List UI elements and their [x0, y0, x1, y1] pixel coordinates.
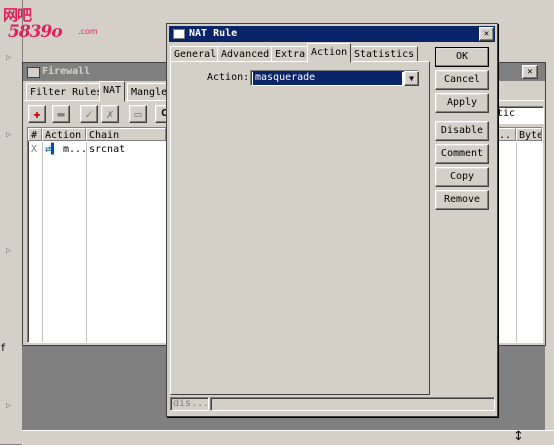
- watermark-logo-number: 5839o: [8, 22, 63, 42]
- row-chain: srcnat: [89, 144, 126, 155]
- mouse-cursor-icon: ↕: [513, 429, 524, 444]
- action-select[interactable]: masquerade ▼: [250, 70, 419, 86]
- column-header-action[interactable]: Action: [42, 128, 86, 141]
- column-divider: [516, 142, 517, 342]
- disabled-marker-icon: X: [31, 144, 38, 155]
- masquerade-icon: ⇄▌: [45, 144, 58, 155]
- tab-nat[interactable]: NAT: [99, 81, 126, 102]
- partial-side-text: f: [0, 343, 7, 354]
- row-action: m...: [63, 144, 88, 155]
- comment-icon[interactable]: ▭: [129, 105, 147, 123]
- column-header-num[interactable]: #: [28, 128, 42, 141]
- column-header-chain[interactable]: Chain: [86, 128, 166, 141]
- disable-button[interactable]: Disable: [435, 121, 489, 141]
- dialog-status-bar: dis...: [170, 397, 495, 411]
- window-icon: [173, 29, 185, 39]
- dialog-title: NAT Rule: [189, 28, 238, 39]
- column-divider: [42, 142, 43, 342]
- apply-button[interactable]: Apply: [435, 93, 489, 113]
- action-label: Action:: [207, 72, 250, 83]
- copy-button[interactable]: Copy: [435, 167, 489, 187]
- close-icon[interactable]: ✕: [479, 27, 494, 41]
- nat-rule-dialog: NAT Rule ✕ General Advanced Extra Action…: [166, 23, 498, 417]
- window-icon: [27, 67, 40, 78]
- main-window-left-strip: ▷ ▷ ▷ ▷: [0, 0, 23, 444]
- action-select-value: masquerade: [253, 71, 402, 85]
- column-header-bytes[interactable]: Byte: [516, 128, 542, 141]
- remove-button[interactable]: Remove: [435, 190, 489, 210]
- enable-icon[interactable]: ✓: [80, 105, 98, 123]
- expand-arrow-icon[interactable]: ▷: [6, 53, 11, 63]
- firewall-title: Firewall: [42, 66, 91, 77]
- expand-arrow-icon[interactable]: ▷: [6, 401, 11, 411]
- expand-arrow-icon[interactable]: ▷: [6, 130, 11, 140]
- column-divider: [86, 142, 87, 342]
- disable-icon[interactable]: ✗: [101, 105, 119, 123]
- action-tab-panel: Action: masquerade ▼: [170, 61, 430, 395]
- add-icon[interactable]: ✚: [28, 105, 46, 123]
- ok-button[interactable]: OK: [435, 47, 489, 67]
- cancel-button[interactable]: Cancel: [435, 70, 489, 90]
- tab-action[interactable]: Action: [307, 43, 352, 63]
- status-text-secondary: [210, 397, 495, 411]
- expand-arrow-icon[interactable]: ▷: [6, 246, 11, 256]
- main-window-right-edge: [545, 62, 554, 430]
- chevron-down-icon[interactable]: ▼: [404, 71, 419, 86]
- main-window-bottom-bar: [22, 430, 554, 445]
- status-text: dis...: [170, 397, 209, 411]
- watermark-logo-domain: .com: [78, 27, 98, 36]
- nat-rule-titlebar[interactable]: NAT Rule ✕: [169, 26, 495, 42]
- close-icon[interactable]: ✕: [522, 65, 538, 79]
- remove-icon[interactable]: ▬: [52, 105, 70, 123]
- comment-button[interactable]: Comment: [435, 144, 489, 164]
